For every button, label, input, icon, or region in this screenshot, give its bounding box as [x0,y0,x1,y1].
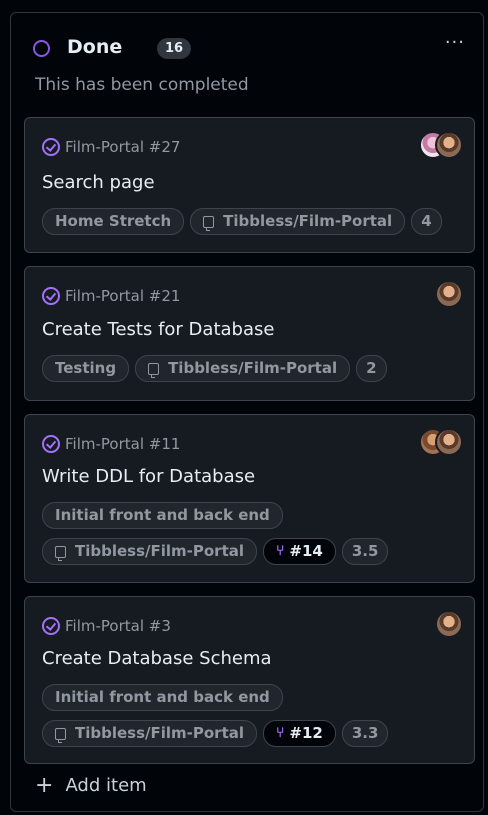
issue-card[interactable]: Film-Portal #3 Create Database Schema In… [24,596,475,764]
assignees [435,610,463,638]
issue-ref-text: Film-Portal #11 [65,435,181,453]
column-header: Done 16 ··· [33,34,473,68]
repo-icon [203,215,215,231]
check-circle-icon [42,435,60,453]
issue-card[interactable]: Film-Portal #11 Write DDL for Database I… [24,414,475,583]
item-count-badge: 16 [157,38,192,59]
estimate-chip[interactable]: 2 [356,355,387,382]
plus-icon: + [35,773,54,798]
check-circle-icon [42,617,60,635]
estimate-chip[interactable]: 3.5 [341,538,389,565]
issue-ref[interactable]: Film-Portal #11 [42,433,180,455]
git-merge-icon: ⑂ [276,543,285,559]
check-circle-icon [42,287,60,305]
issue-card[interactable]: Film-Portal #21 Create Tests for Databas… [24,266,475,401]
avatar[interactable] [435,280,463,308]
repo-chip[interactable]: Tibbless/Film-Portal [42,538,258,565]
linked-pr-chip[interactable]: ⑂ #14 [263,538,336,565]
issue-ref-text: Film-Portal #27 [65,138,181,156]
more-options-button[interactable]: ··· [445,34,465,52]
chip-row: Testing Tibbless/Film-Portal 2 [42,355,393,382]
assignees [419,428,463,456]
chip-row: Home Stretch Tibbless/Film-Portal 4 [42,208,448,235]
chip-row: Tibbless/Film-Portal ⑂ #14 3.5 [42,538,394,565]
linked-pr-number: #12 [289,724,323,742]
repo-name: Tibbless/Film-Portal [223,212,393,230]
label-chip[interactable]: Initial front and back end [42,502,283,529]
avatar[interactable] [435,131,463,159]
estimate-chip[interactable]: 3.3 [341,720,389,747]
add-item-button[interactable]: + Add item [35,773,147,798]
avatar[interactable] [435,428,463,456]
label-chip[interactable]: Testing [42,355,130,382]
issue-ref-text: Film-Portal #3 [65,617,171,635]
chip-row: Initial front and back end [42,502,289,529]
issue-title[interactable]: Search page [42,172,155,193]
repo-name: Tibbless/Film-Portal [75,724,245,742]
board-column-done: Done 16 ··· This has been completed Film… [10,12,484,812]
issue-card[interactable]: Film-Portal #27 Search page Home Stretch… [24,117,475,253]
label-chip[interactable]: Home Stretch [42,208,185,235]
git-merge-icon: ⑂ [276,725,285,741]
label-chip[interactable]: Initial front and back end [42,684,283,711]
repo-chip[interactable]: Tibbless/Film-Portal [135,355,351,382]
repo-name: Tibbless/Film-Portal [168,359,338,377]
add-item-label: Add item [65,775,147,796]
assignees [435,280,463,308]
column-title: Done [67,36,123,58]
issue-ref[interactable]: Film-Portal #27 [42,136,180,158]
issue-title[interactable]: Create Tests for Database [42,319,274,340]
linked-pr-chip[interactable]: ⑂ #12 [263,720,336,747]
estimate-chip[interactable]: 4 [411,208,442,235]
linked-pr-number: #14 [289,542,323,560]
avatar[interactable] [435,610,463,638]
assignees [419,131,463,159]
issue-ref[interactable]: Film-Portal #3 [42,615,171,637]
card-list: Film-Portal #27 Search page Home Stretch… [24,117,475,777]
repo-icon [55,545,66,561]
column-description: This has been completed [35,75,249,95]
repo-icon [148,362,160,378]
issue-title[interactable]: Write DDL for Database [42,466,255,487]
check-circle-icon [42,138,60,156]
chip-row: Initial front and back end [42,684,289,711]
repo-name: Tibbless/Film-Portal [75,542,245,560]
issue-ref-text: Film-Portal #21 [65,287,181,305]
issue-ref[interactable]: Film-Portal #21 [42,285,180,307]
repo-chip[interactable]: Tibbless/Film-Portal [190,208,406,235]
chip-row: Tibbless/Film-Portal ⑂ #12 3.3 [42,720,394,747]
repo-icon [55,727,66,743]
status-ring-icon [33,40,50,57]
issue-title[interactable]: Create Database Schema [42,648,272,669]
repo-chip[interactable]: Tibbless/Film-Portal [42,720,258,747]
